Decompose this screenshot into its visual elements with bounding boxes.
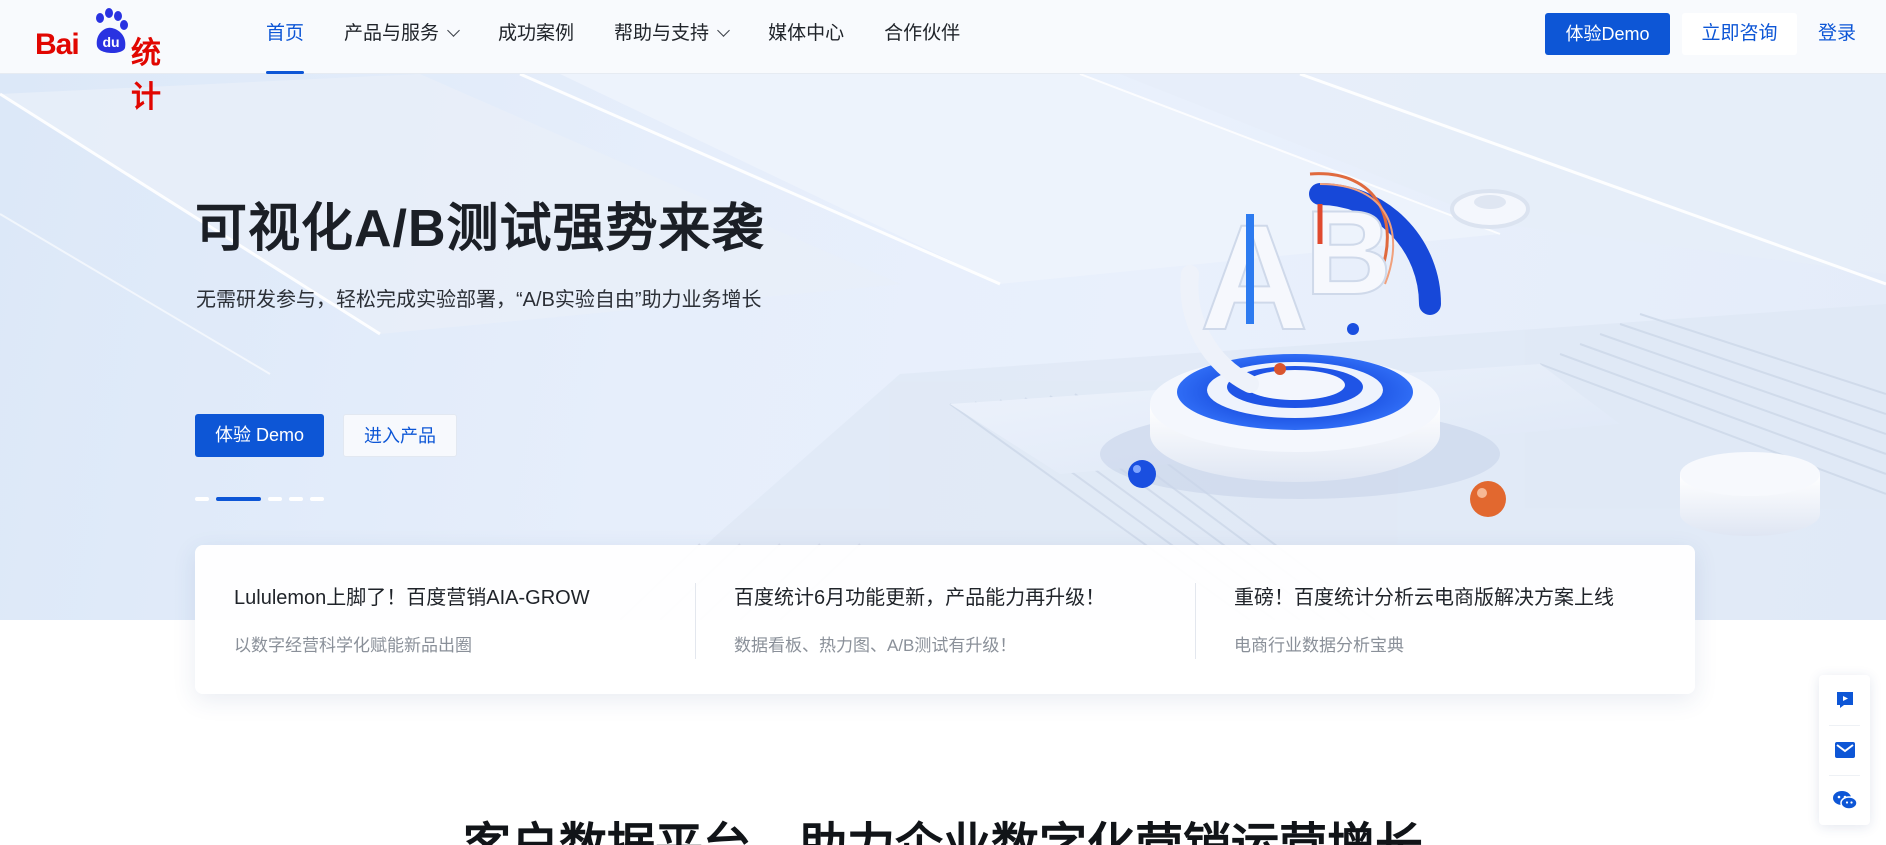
hero-enter-product-button[interactable]: 进入产品 xyxy=(343,414,457,457)
carousel-dot-active[interactable] xyxy=(216,497,261,501)
message-button[interactable] xyxy=(1819,725,1870,775)
nav-item-home[interactable]: 首页 xyxy=(266,0,305,74)
section-heading: 客户数据平台，助力企业数字化营销运营增长 xyxy=(0,806,1886,845)
logo-text-bai: Bai xyxy=(35,28,80,61)
news-item[interactable]: 百度统计6月功能更新，产品能力再升级！ 数据看板、热力图、A/B测试有升级！ xyxy=(695,545,1195,694)
hero-title: 可视化A/B测试强势来袭 xyxy=(195,200,765,258)
floating-contact-bar xyxy=(1819,675,1870,825)
hero-subtitle: 无需研发参与，轻松完成实验部署，“A/B实验自由”助力业务增长 xyxy=(196,289,762,311)
top-navbar: Bai du 统计 首页 产品与服务 成功案例 帮助与支持 媒体中心 合作伙伴 … xyxy=(0,0,1886,115)
nav-label: 产品与服务 xyxy=(344,23,440,44)
hero-banner: 可视化A/B测试强势来袭 无需研发参与，轻松完成实验部署，“A/B实验自由”助力… xyxy=(0,74,1886,620)
nav-item-partners[interactable]: 合作伙伴 xyxy=(884,0,960,74)
news-title: Lululemon上脚了！百度营销AIA-GROW xyxy=(234,587,590,609)
nav-item-media[interactable]: 媒体中心 xyxy=(768,0,844,74)
carousel-dot[interactable] xyxy=(268,497,282,501)
carousel-indicators xyxy=(195,497,324,501)
mail-icon xyxy=(1834,742,1855,758)
nav-item-products[interactable]: 产品与服务 xyxy=(344,0,460,74)
nav-label: 帮助与支持 xyxy=(614,23,710,44)
chevron-down-icon xyxy=(717,24,730,37)
nav-label: 成功案例 xyxy=(498,23,575,44)
try-demo-button[interactable]: 体验Demo xyxy=(1545,13,1670,55)
wechat-button[interactable] xyxy=(1819,775,1870,825)
nav-item-support[interactable]: 帮助与支持 xyxy=(614,0,730,74)
news-description: 电商行业数据分析宝典 xyxy=(1234,636,1404,655)
news-description: 数据看板、热力图、A/B测试有升级！ xyxy=(734,636,1017,655)
chevron-down-icon xyxy=(447,24,460,37)
nav-label: 合作伙伴 xyxy=(884,23,961,44)
logo-text-du: du xyxy=(102,34,119,50)
ab-test-illustration: A B xyxy=(1100,172,1820,536)
news-title: 百度统计6月功能更新，产品能力再升级！ xyxy=(734,587,1106,609)
news-item[interactable]: Lululemon上脚了！百度营销AIA-GROW 以数字经营科学化赋能新品出圈 xyxy=(195,545,695,694)
consult-now-button[interactable]: 立即咨询 xyxy=(1682,13,1797,55)
logo-text-tongji: 统计 xyxy=(131,36,161,115)
video-demo-button[interactable] xyxy=(1819,675,1870,725)
news-item[interactable]: 重磅！百度统计分析云电商版解决方案上线 电商行业数据分析宝典 xyxy=(1195,545,1695,694)
video-icon xyxy=(1836,692,1853,708)
nav-label: 媒体中心 xyxy=(768,23,845,44)
news-title: 重磅！百度统计分析云电商版解决方案上线 xyxy=(1234,587,1614,609)
login-link[interactable]: 登录 xyxy=(1818,13,1856,55)
baidu-tongji-logo[interactable]: Bai du 统计 xyxy=(35,8,187,115)
wechat-icon xyxy=(1832,791,1857,810)
main-nav: 首页 产品与服务 成功案例 帮助与支持 媒体中心 合作伙伴 xyxy=(266,0,1000,74)
carousel-dot[interactable] xyxy=(310,497,324,501)
nav-label: 首页 xyxy=(266,23,305,44)
carousel-dot[interactable] xyxy=(289,497,303,501)
hero-try-demo-button[interactable]: 体验 Demo xyxy=(195,414,324,457)
news-description: 以数字经营科学化赋能新品出圈 xyxy=(234,636,472,655)
nav-item-cases[interactable]: 成功案例 xyxy=(498,0,574,74)
news-highlights-card: Lululemon上脚了！百度营销AIA-GROW 以数字经营科学化赋能新品出圈… xyxy=(195,545,1695,694)
art-letter-a: A xyxy=(1200,193,1308,361)
carousel-dot[interactable] xyxy=(195,497,209,501)
baidu-paw-icon: du xyxy=(96,8,128,54)
